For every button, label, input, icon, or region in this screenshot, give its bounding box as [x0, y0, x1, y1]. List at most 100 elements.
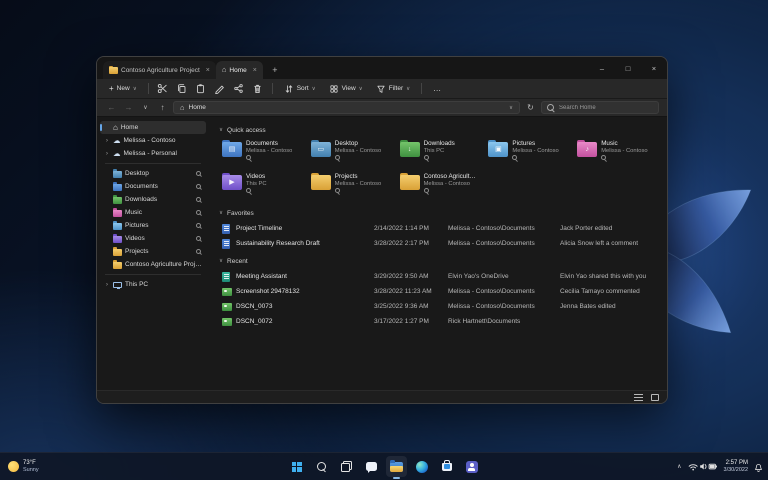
notifications-bell-icon[interactable]: [754, 462, 763, 472]
tile-downloads[interactable]: ↓ Downloads This PC: [397, 138, 480, 168]
delete-button[interactable]: [251, 82, 265, 96]
file-name: Project Timeline: [236, 225, 283, 232]
maximize-button[interactable]: □: [615, 57, 641, 79]
file-row[interactable]: Project Timeline 2/14/2022 1:14 PM Melis…: [219, 221, 657, 236]
tile-desktop[interactable]: ▭ Desktop Melissa - Contoso: [308, 138, 391, 168]
address-dropdown-icon[interactable]: ∨: [509, 105, 513, 111]
address-bar: ← → ∨ ↑ ⌂ Home ∨ ↻: [97, 99, 667, 117]
tile-contoso-agriculture-project[interactable]: Contoso Agriculture ProjectMelissa - Con…: [397, 171, 480, 201]
file-row[interactable]: Meeting Assistant 3/29/2022 9:50 AM Elvi…: [219, 269, 657, 284]
sidebar-item-downloads[interactable]: Downloads: [100, 193, 206, 206]
forward-button[interactable]: →: [122, 103, 135, 112]
chevron-down-icon: ∨: [406, 85, 411, 92]
edge-button[interactable]: [411, 456, 432, 477]
tile-videos[interactable]: ▶ Videos This PC: [219, 171, 302, 201]
taskbar-search-button[interactable]: [311, 456, 332, 477]
sidebar-item-desktop[interactable]: Desktop: [100, 167, 206, 180]
rename-button[interactable]: [213, 82, 227, 96]
sidebar-item-videos[interactable]: Videos: [100, 232, 206, 245]
taskbar-clock[interactable]: 2:57 PM 3/30/2022: [724, 460, 748, 474]
recent-header[interactable]: ∨ Recent: [219, 255, 657, 267]
filter-button[interactable]: Filter ∨: [372, 82, 414, 96]
file-row[interactable]: Sustainability Research Draft 3/28/2022 …: [219, 236, 657, 251]
teams-button[interactable]: [461, 456, 482, 477]
sidebar-item-documents[interactable]: Documents: [100, 180, 206, 193]
sidebar-item-home[interactable]: ⌂ Home: [100, 121, 206, 134]
sidebar-item-this-pc[interactable]: › This PC: [100, 278, 206, 291]
tab-close-icon[interactable]: ×: [206, 67, 210, 74]
chevron-right-icon[interactable]: ›: [104, 137, 110, 144]
paste-button[interactable]: [194, 82, 208, 96]
sidebar-separator: [105, 163, 201, 164]
minimize-button[interactable]: –: [589, 57, 615, 79]
home-icon: ⌂: [221, 65, 227, 75]
file-row[interactable]: Screenshot 29478132 3/28/2022 11:23 AM M…: [219, 284, 657, 299]
file-name: DSCN_0073: [236, 303, 273, 310]
network-volume-battery-icons[interactable]: [688, 461, 718, 472]
new-button[interactable]: + New ∨: [105, 83, 141, 95]
file-row[interactable]: DSCN_0073 3/25/2022 9:36 AM Melissa - Co…: [219, 299, 657, 314]
store-button[interactable]: [436, 456, 457, 477]
back-button[interactable]: ←: [105, 103, 118, 112]
pin-icon: [196, 209, 202, 217]
sidebar-item-projects[interactable]: Projects: [100, 245, 206, 258]
command-bar: + New ∨ Sort ∨ View ∨ Filter ∨ …: [97, 79, 667, 99]
large-icons-view-button[interactable]: [651, 393, 659, 401]
task-view-button[interactable]: [336, 456, 357, 477]
tab-contoso-agriculture-project[interactable]: Contoso Agriculture Project ×: [103, 61, 216, 79]
widgets-weather-button[interactable]: 73°F Sunny: [8, 460, 39, 474]
sidebar-item-pictures[interactable]: Pictures: [100, 219, 206, 232]
up-button[interactable]: ↑: [156, 103, 169, 112]
tile-music[interactable]: ♪ Music Melissa - Contoso: [574, 138, 657, 168]
chevron-right-icon[interactable]: ›: [104, 281, 110, 288]
more-icon: …: [433, 84, 443, 93]
view-button[interactable]: View ∨: [325, 82, 367, 96]
document-icon: [222, 271, 236, 282]
favorites-header[interactable]: ∨ Favorites: [219, 207, 657, 219]
system-tray: ∧ 2:57 PM 3/30/2022: [677, 460, 763, 474]
new-tab-button[interactable]: +: [267, 62, 283, 78]
quick-access-header[interactable]: ∨ Quick access: [219, 124, 657, 136]
edge-icon: [415, 460, 428, 473]
tab-close-icon[interactable]: ×: [253, 67, 257, 74]
start-button[interactable]: [286, 456, 307, 477]
tile-name: Downloads: [423, 140, 455, 147]
image-icon: [222, 317, 236, 326]
hidden-icons-chevron[interactable]: ∧: [677, 464, 681, 470]
window-titlebar[interactable]: Contoso Agriculture Project × ⌂ Home × +…: [97, 57, 667, 79]
chevron-down-icon[interactable]: ∨: [219, 210, 223, 216]
sidebar-item-onedrive-personal[interactable]: › ☁ Melissa - Personal: [100, 147, 206, 160]
search-box[interactable]: [541, 101, 659, 114]
file-explorer-button[interactable]: [386, 456, 407, 479]
chat-button[interactable]: [361, 456, 382, 477]
sidebar-item-label: Melissa - Contoso: [123, 137, 176, 144]
recent-locations-button[interactable]: ∨: [139, 105, 152, 111]
breadcrumb[interactable]: ⌂ Home ∨: [173, 101, 520, 114]
cut-button[interactable]: [156, 82, 170, 96]
search-input[interactable]: [559, 104, 653, 111]
tab-home[interactable]: ⌂ Home ×: [215, 61, 263, 79]
sidebar-item-onedrive-contoso[interactable]: › ☁ Melissa - Contoso: [100, 134, 206, 147]
file-date: 3/29/2022 9:50 AM: [374, 273, 429, 280]
chevron-right-icon[interactable]: ›: [104, 150, 110, 157]
sort-button[interactable]: Sort ∨: [280, 82, 320, 96]
more-options-button[interactable]: …: [429, 82, 446, 95]
close-button[interactable]: ×: [641, 57, 667, 79]
chevron-down-icon[interactable]: ∨: [219, 258, 223, 264]
windows-logo-icon: [291, 461, 302, 472]
file-name: DSCN_0072: [236, 318, 273, 325]
copy-button[interactable]: [175, 82, 189, 96]
share-button[interactable]: [232, 82, 246, 96]
tile-documents[interactable]: ▤ Documents Melissa - Contoso: [219, 138, 302, 168]
sidebar-item-contoso-agriculture-project[interactable]: Contoso Agriculture Project: [100, 258, 206, 271]
tile-projects[interactable]: Projects Melissa - Contoso: [308, 171, 391, 201]
file-row[interactable]: DSCN_0072 3/17/2022 1:27 PM Rick Hartnet…: [219, 314, 657, 329]
breadcrumb-location[interactable]: Home: [189, 104, 206, 111]
sidebar-item-music[interactable]: Music: [100, 206, 206, 219]
chevron-down-icon[interactable]: ∨: [219, 127, 223, 133]
refresh-button[interactable]: ↻: [524, 103, 537, 112]
tile-location: Melissa - Contoso: [512, 148, 559, 154]
projects-folder-icon: [113, 247, 122, 256]
tile-pictures[interactable]: ▣ Pictures Melissa - Contoso: [485, 138, 568, 168]
details-view-button[interactable]: [634, 393, 643, 401]
